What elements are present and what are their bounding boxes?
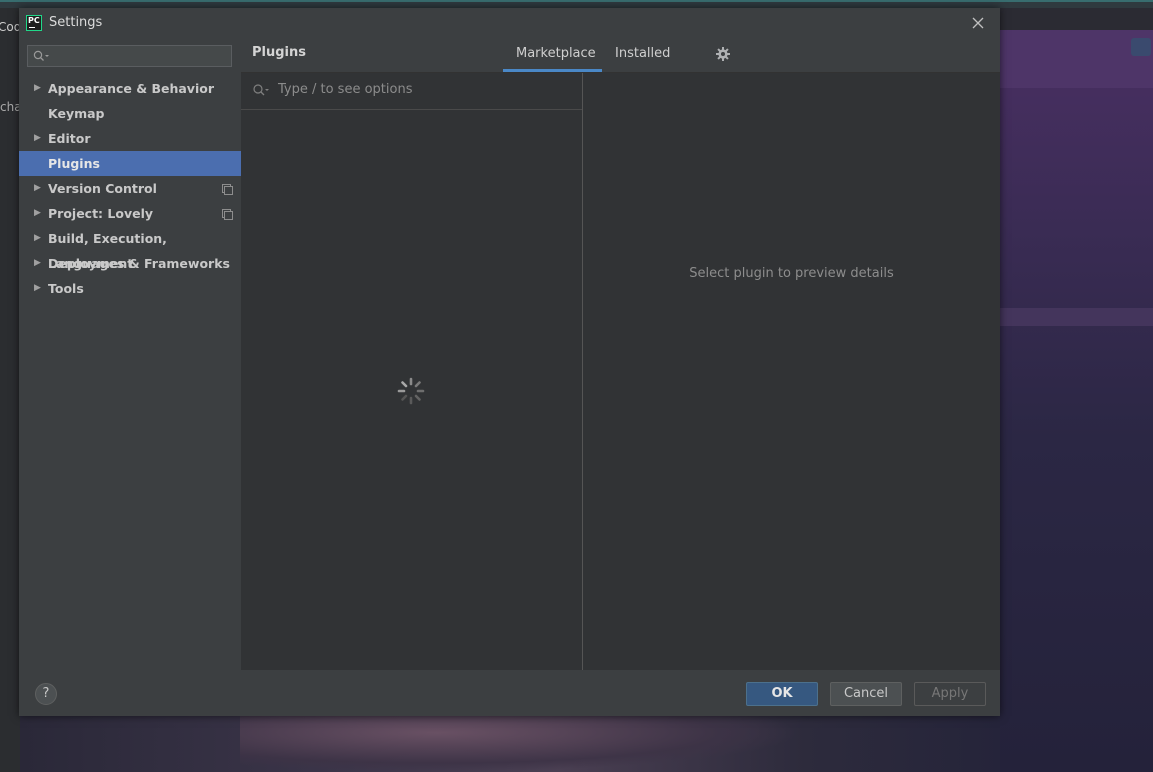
ide-background-strip [1000, 308, 1153, 326]
plugin-search-placeholder: Type / to see options [278, 82, 413, 97]
close-icon[interactable] [970, 15, 986, 31]
sidebar-item-label: Appearance & Behavior [48, 81, 214, 96]
sidebar-item-label: Project: Lovely [48, 206, 154, 221]
sidebar-item-plugins[interactable]: Plugins [19, 151, 241, 176]
expand-arrow-icon: ▶ [34, 133, 41, 143]
search-icon [33, 50, 49, 61]
active-tab-indicator [503, 69, 602, 72]
page-title: Plugins [252, 45, 306, 60]
sidebar-item-appearance-behavior[interactable]: ▶ Appearance & Behavior [19, 76, 241, 101]
tab-installed[interactable]: Installed [615, 46, 670, 61]
ide-background-line [0, 0, 1153, 2]
plugins-header: Plugins Marketplace Installed [241, 38, 1000, 73]
ok-button[interactable]: OK [746, 682, 818, 706]
sidebar-item-build-execution-deployment[interactable]: ▶ Build, Execution, Deployment [19, 226, 241, 271]
window-title: Settings [49, 15, 103, 30]
sidebar-item-label: Languages & Frameworks [48, 256, 230, 271]
expand-arrow-icon: ▶ [34, 283, 41, 293]
expand-arrow-icon: ▶ [34, 233, 41, 243]
gear-icon[interactable] [715, 46, 731, 62]
ide-background-band [1000, 30, 1153, 88]
apply-button[interactable]: Apply [914, 682, 986, 706]
cancel-button[interactable]: Cancel [830, 682, 902, 706]
ide-background-badge [1131, 38, 1151, 56]
project-settings-icon [222, 184, 233, 195]
sidebar-item-label: Editor [48, 131, 91, 146]
settings-search-input[interactable] [27, 45, 232, 67]
settings-dialog: PC Settings ▶ Appearance & Behavior Keym… [19, 8, 1000, 716]
search-icon [253, 84, 269, 96]
help-button[interactable]: ? [35, 683, 57, 705]
sidebar-item-keymap[interactable]: Keymap [19, 101, 241, 126]
tab-marketplace[interactable]: Marketplace [516, 46, 596, 61]
dialog-footer: ? OK Cancel Apply [19, 670, 1000, 716]
sidebar-item-label: Version Control [48, 181, 157, 196]
expand-arrow-icon: ▶ [34, 258, 41, 268]
expand-arrow-icon: ▶ [34, 183, 41, 193]
plugin-list-pane: Type / to see options [241, 73, 583, 670]
ide-background-left: Cod cha [0, 8, 22, 772]
spinner-icon [397, 377, 425, 405]
pycharm-icon: PC [26, 15, 42, 31]
sidebar-item-label: Tools [48, 281, 84, 296]
ide-background-right [1000, 30, 1153, 772]
expand-arrow-icon: ▶ [34, 208, 41, 218]
plugin-detail-pane: Select plugin to preview details [583, 73, 1000, 670]
sidebar-item-editor[interactable]: ▶ Editor [19, 126, 241, 151]
sidebar-item-label: Plugins [48, 156, 100, 171]
sidebar-item-label: Keymap [48, 106, 105, 121]
wallpaper-figure [240, 716, 800, 772]
settings-sidebar: ▶ Appearance & Behavior Keymap ▶ Editor … [19, 38, 241, 670]
detail-placeholder: Select plugin to preview details [689, 266, 894, 281]
app-icon-text: PC [28, 16, 40, 25]
sidebar-item-tools[interactable]: ▶ Tools [19, 276, 241, 301]
plugin-search-input[interactable]: Type / to see options [241, 73, 582, 110]
sidebar-item-languages-frameworks[interactable]: ▶ Languages & Frameworks [19, 251, 241, 276]
sidebar-item-version-control[interactable]: ▶ Version Control [19, 176, 241, 201]
project-settings-icon [222, 209, 233, 220]
expand-arrow-icon: ▶ [34, 83, 41, 93]
sidebar-item-project[interactable]: ▶ Project: Lovely [19, 201, 241, 226]
title-bar[interactable]: PC Settings [19, 8, 1000, 38]
